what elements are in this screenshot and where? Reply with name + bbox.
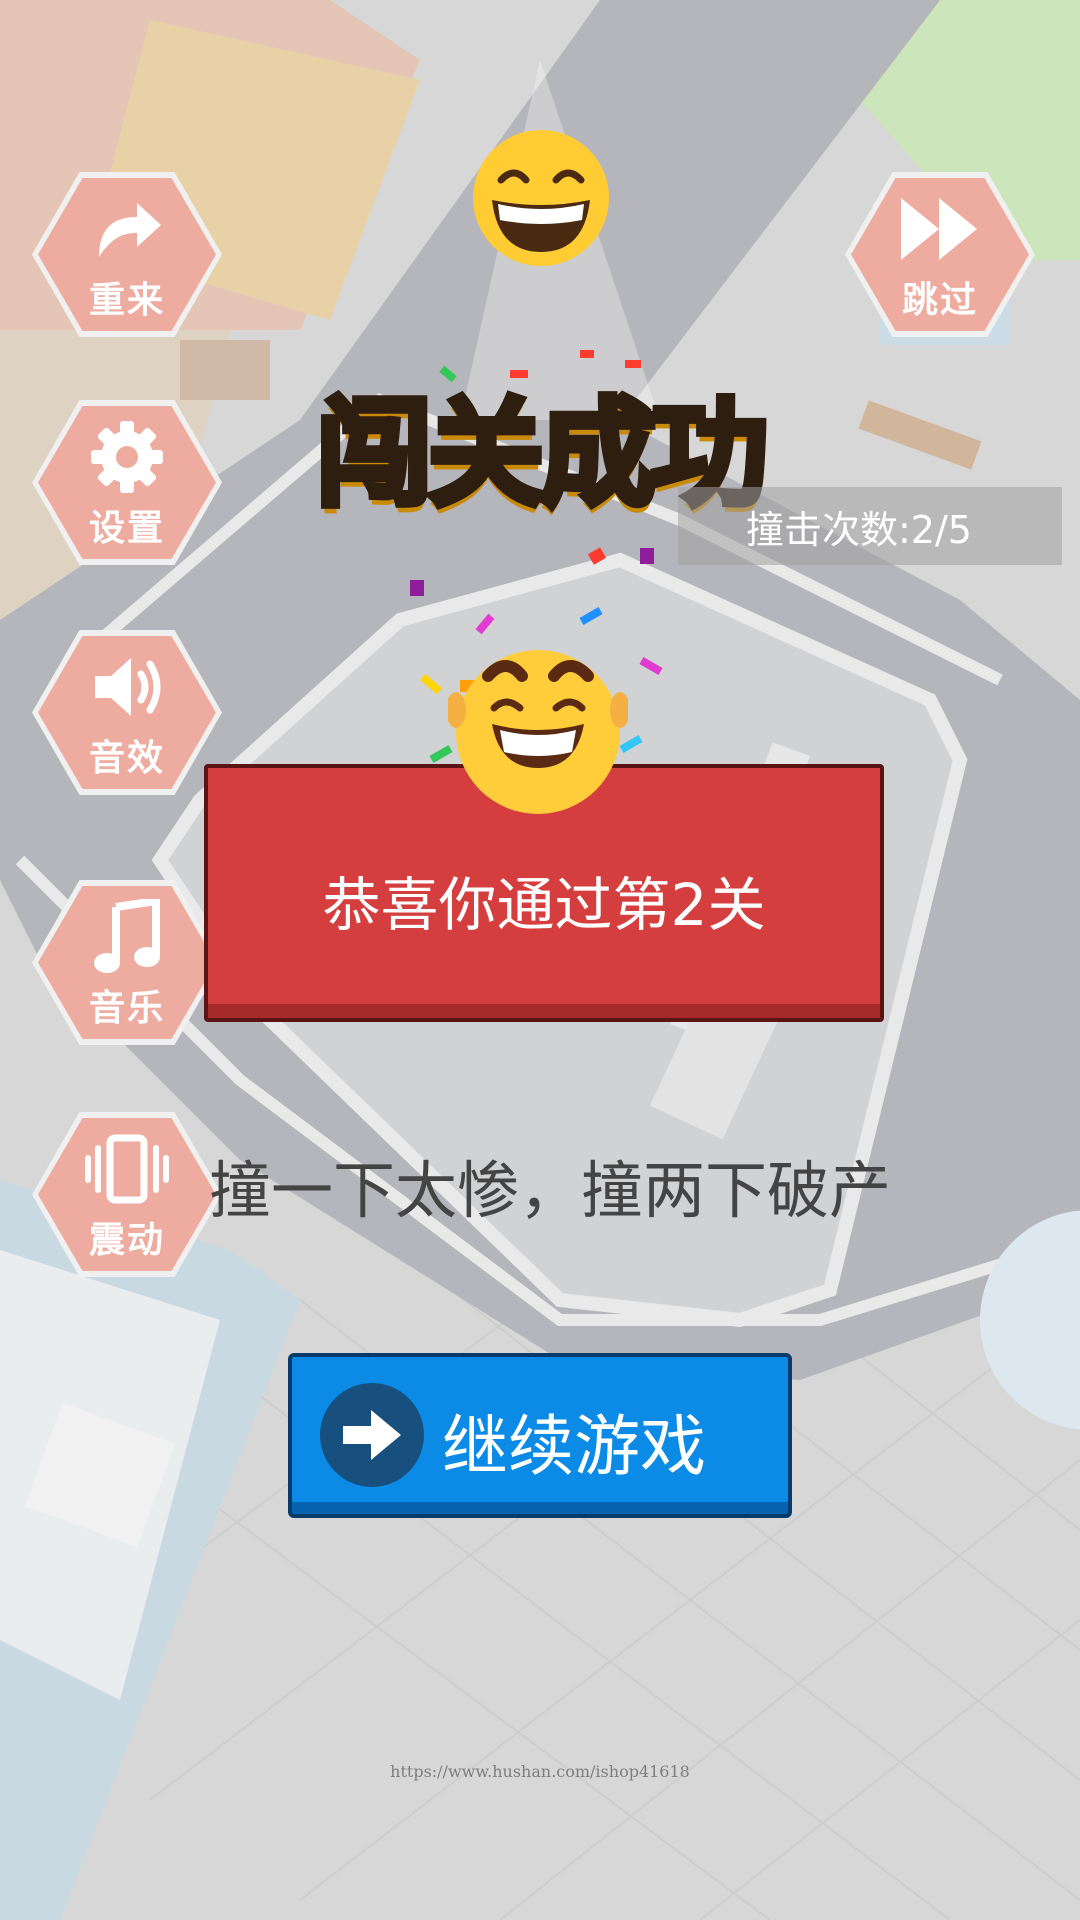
skip-label: 跳过: [901, 280, 978, 321]
sound-effects-label: 音效: [88, 738, 165, 779]
gear-icon: [32, 414, 222, 500]
restart-arrow-icon: [32, 186, 222, 272]
congrats-banner-text: 恭喜你通过第2关: [322, 871, 766, 939]
hit-counter-text: 撞击次数:2/5: [746, 507, 972, 552]
arrow-right-icon: [320, 1383, 424, 1487]
sound-effects-button[interactable]: 音效: [32, 630, 222, 795]
watermark-text: https://www.hushan.com/ishop41618: [390, 1762, 690, 1781]
cheering-emoji-icon: [448, 650, 628, 814]
settings-label: 设置: [88, 508, 165, 549]
continue-game-label: 继续游戏: [442, 1408, 706, 1485]
hit-counter: 撞击次数:2/5: [678, 487, 1062, 565]
speaker-icon: [32, 644, 222, 730]
music-label: 音乐: [88, 988, 165, 1029]
skip-button[interactable]: 跳过: [845, 172, 1035, 337]
settings-button[interactable]: 设置: [32, 400, 222, 565]
continue-game-button[interactable]: 继续游戏: [288, 1353, 792, 1518]
tagline-text: 撞一下太惨，撞两下破产: [208, 1154, 891, 1227]
music-button[interactable]: 音乐: [32, 880, 222, 1045]
grinning-emoji-icon: [473, 130, 609, 266]
restart-button[interactable]: 重来: [32, 172, 222, 337]
music-note-icon: [32, 894, 222, 980]
fast-forward-icon: [845, 186, 1035, 272]
restart-label: 重来: [88, 280, 165, 321]
